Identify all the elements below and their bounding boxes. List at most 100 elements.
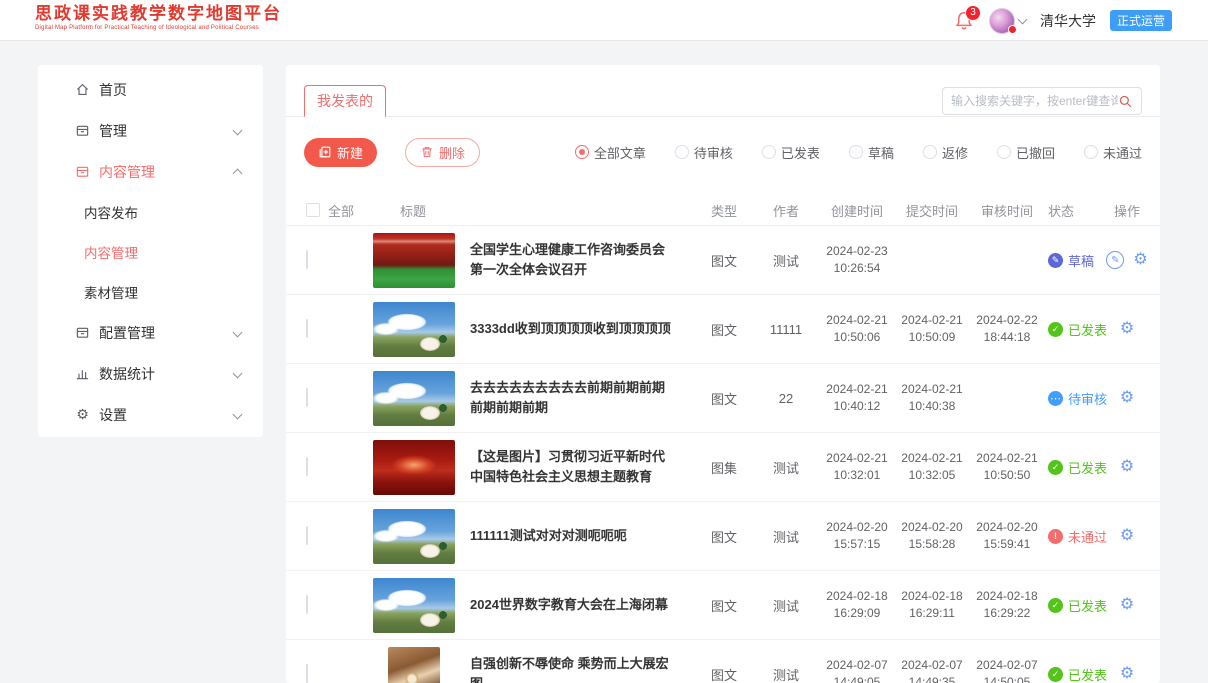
status-filter-group: 全部文章 待审核 已发表 草稿 返修 已撤回 <box>575 143 1142 162</box>
row-checkbox[interactable] <box>306 388 308 407</box>
chevron-up-icon <box>233 169 243 179</box>
status-icon: ✓ <box>1048 667 1063 682</box>
sidebar-item-home[interactable]: 首页 <box>38 69 263 110</box>
created-date: 2024-02-20 <box>826 519 887 536</box>
article-title[interactable]: 2024世界数字教育大会在上海闭幕 <box>470 595 668 615</box>
created-time: 2024-02-21 10:50:06 <box>818 312 896 347</box>
sidebar-item-manage[interactable]: 管理 <box>38 110 263 151</box>
app-subtitle: Digital Map Platform for Practical Teach… <box>35 25 282 31</box>
filter-label: 草稿 <box>868 143 894 162</box>
reviewed-date: 2024-02-07 <box>976 657 1037 674</box>
article-thumbnail <box>388 647 440 683</box>
filter-label: 未通过 <box>1103 143 1142 162</box>
filter-label: 返修 <box>942 143 968 162</box>
delete-button-label: 删除 <box>439 143 465 162</box>
filter-published[interactable]: 已发表 <box>762 143 820 162</box>
article-author: 测试 <box>754 458 818 477</box>
header-type: 类型 <box>694 201 754 220</box>
sidebar-subitem-material-manage[interactable]: 素材管理 <box>38 272 263 312</box>
chevron-down-icon <box>233 369 243 379</box>
delete-button[interactable]: 删除 <box>405 138 480 167</box>
row-checkbox[interactable] <box>306 664 308 683</box>
article-title[interactable]: 全国学生心理健康工作咨询委员会第一次全体会议召开 <box>470 240 676 280</box>
edit-icon[interactable]: ✎ <box>1106 251 1124 269</box>
radio-icon <box>849 145 863 159</box>
row-checkbox[interactable] <box>306 595 308 614</box>
row-settings-icon[interactable]: ⚙ <box>1120 459 1134 475</box>
row-checkbox[interactable] <box>306 526 308 545</box>
radio-icon <box>762 145 776 159</box>
sidebar-item-config-manage[interactable]: 配置管理 <box>38 312 263 353</box>
created-clock: 10:40:12 <box>834 398 881 415</box>
submitted-time: 2024-02-18 16:29:11 <box>896 588 968 623</box>
reviewed-date: 2024-02-20 <box>976 519 1037 536</box>
reviewed-clock: 18:44:18 <box>984 329 1031 346</box>
sidebar-item-content-manage[interactable]: 内容管理 <box>38 151 263 192</box>
article-title[interactable]: 111111测试对对对测呃呃呃 <box>470 526 627 546</box>
submitted-date: 2024-02-18 <box>901 588 962 605</box>
filter-pending-review[interactable]: 待审核 <box>675 143 733 162</box>
user-menu[interactable] <box>989 8 1026 34</box>
sidebar: 首页 管理 内容管理 内容发布 内容管理 素材管理 配置管理 数据统计 <box>38 65 263 437</box>
table-row: 3333dd收到顶顶顶顶收到顶顶顶顶 图文 11111 2024-02-21 1… <box>286 294 1160 363</box>
tab-my-published[interactable]: 我发表的 <box>304 85 386 117</box>
sidebar-subitem-content-publish[interactable]: 内容发布 <box>38 192 263 232</box>
row-settings-icon[interactable]: ⚙ <box>1120 321 1134 337</box>
article-thumbnail <box>373 371 455 426</box>
row-settings-icon[interactable]: ⚙ <box>1120 528 1134 544</box>
filter-draft[interactable]: 草稿 <box>849 143 894 162</box>
env-badge: 正式运营 <box>1110 10 1172 31</box>
search-icon[interactable] <box>1118 94 1133 109</box>
search-box <box>942 87 1142 115</box>
row-checkbox[interactable] <box>306 457 308 476</box>
sidebar-item-data-stats[interactable]: 数据统计 <box>38 353 263 394</box>
status-badge: ✓ 已发表 <box>1046 458 1112 477</box>
sidebar-subitem-content-manage[interactable]: 内容管理 <box>38 232 263 272</box>
created-clock: 15:57:15 <box>834 536 881 553</box>
row-settings-icon[interactable]: ⚙ <box>1120 597 1134 613</box>
created-date: 2024-02-07 <box>826 657 887 674</box>
row-checkbox[interactable] <box>306 319 308 338</box>
article-title[interactable]: 去去去去去去去去去前期前期前期前期前期前期 <box>470 378 676 418</box>
status-label: 已发表 <box>1068 458 1107 477</box>
filter-withdrawn[interactable]: 已撤回 <box>997 143 1055 162</box>
select-all-checkbox[interactable] <box>306 203 320 217</box>
select-all-label: 全部 <box>328 201 354 220</box>
created-time: 2024-02-18 16:29:09 <box>818 588 896 623</box>
created-clock: 16:29:09 <box>834 605 881 622</box>
article-title[interactable]: 自强创新不辱使命 乘势而上大展宏图 <box>470 654 676 683</box>
search-input[interactable] <box>951 94 1118 108</box>
filter-rejected[interactable]: 未通过 <box>1084 143 1142 162</box>
row-settings-icon[interactable]: ⚙ <box>1133 252 1147 268</box>
notification-count-badge: 3 <box>965 5 981 21</box>
filter-label: 已发表 <box>781 143 820 162</box>
sidebar-item-settings[interactable]: ⚙ 设置 <box>38 394 263 435</box>
filter-all-articles[interactable]: 全部文章 <box>575 143 646 162</box>
article-thumbnail <box>373 302 455 357</box>
status-label: 已发表 <box>1068 596 1107 615</box>
created-clock: 10:32:01 <box>834 467 881 484</box>
article-title[interactable]: 3333dd收到顶顶顶顶收到顶顶顶顶 <box>470 319 671 339</box>
created-time: 2024-02-21 10:40:12 <box>818 381 896 416</box>
status-badge: ✎ 草稿 <box>1046 251 1112 270</box>
submitted-time: 2024-02-07 14:49:35 <box>896 657 968 683</box>
status-badge: ✓ 已发表 <box>1046 665 1112 683</box>
submitted-time: 2024-02-20 15:58:28 <box>896 519 968 554</box>
filter-revision[interactable]: 返修 <box>923 143 968 162</box>
created-date: 2024-02-21 <box>826 450 887 467</box>
submitted-date: 2024-02-21 <box>901 450 962 467</box>
article-type: 图文 <box>694 320 754 339</box>
article-author: 11111 <box>754 322 818 337</box>
row-checkbox[interactable] <box>306 250 308 269</box>
status-badge: ✓ 已发表 <box>1046 320 1112 339</box>
table-row: 自强创新不辱使命 乘势而上大展宏图 图文 测试 2024-02-07 14:49… <box>286 639 1160 683</box>
radio-icon <box>575 145 589 159</box>
row-settings-icon[interactable]: ⚙ <box>1120 390 1134 406</box>
new-button[interactable]: 新建 <box>304 138 377 167</box>
article-title[interactable]: 【这是图片】习贯彻习近平新时代中国特色社会主义思想主题教育 <box>470 447 676 487</box>
notification-bell[interactable]: 3 <box>953 9 975 33</box>
status-label: 未通过 <box>1068 527 1107 546</box>
sidebar-item-label: 管理 <box>99 121 127 141</box>
table-header: 全部 标题 类型 作者 创建时间 提交时间 审核时间 状态 操作 <box>286 195 1160 225</box>
row-settings-icon[interactable]: ⚙ <box>1120 666 1134 682</box>
